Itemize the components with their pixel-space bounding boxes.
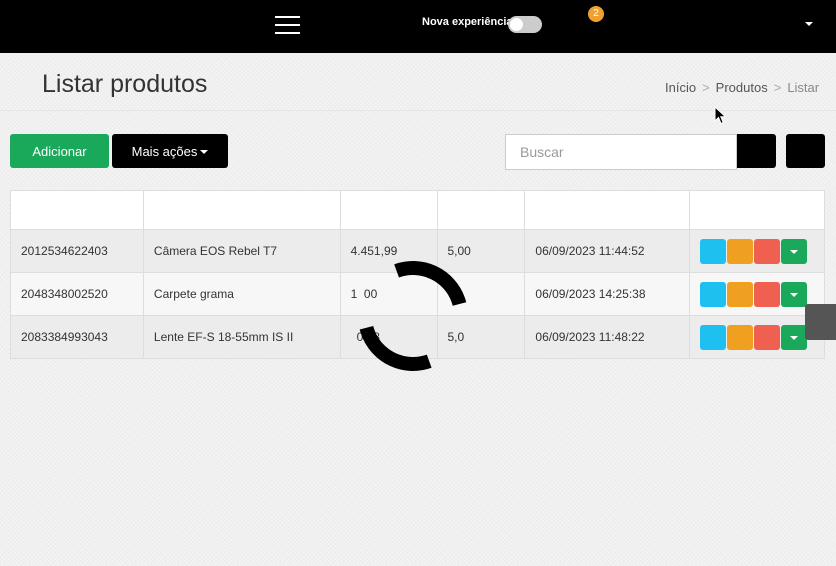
mouse-cursor-icon bbox=[714, 106, 727, 125]
top-navbar: Nova experiência 2 bbox=[0, 0, 836, 53]
cell-code: 2083384993043 bbox=[10, 315, 144, 359]
breadcrumb: Início > Produtos > Listar bbox=[665, 80, 819, 95]
more-actions-label: Mais ações bbox=[131, 143, 198, 159]
toggle-knob bbox=[510, 18, 523, 31]
view-button[interactable] bbox=[700, 281, 727, 307]
cell-code: 2048348002520 bbox=[10, 272, 144, 316]
edit-button[interactable] bbox=[727, 324, 754, 350]
new-experience-label: Nova experiência bbox=[422, 16, 513, 28]
delete-button[interactable] bbox=[754, 238, 781, 264]
cell-date: 06/09/2023 14:25:38 bbox=[524, 272, 691, 316]
cell-name: Câmera EOS Rebel T7 bbox=[142, 229, 341, 273]
search-button[interactable] bbox=[737, 134, 776, 168]
row-options-button[interactable] bbox=[781, 324, 808, 350]
column-header-name[interactable] bbox=[142, 190, 341, 230]
cell-name: Lente EF-S 18-55mm IS II bbox=[142, 315, 341, 359]
breadcrumb-products[interactable]: Produtos bbox=[716, 80, 768, 95]
column-header-code[interactable] bbox=[10, 190, 144, 230]
filter-button[interactable] bbox=[786, 134, 825, 168]
cell-date: 06/09/2023 11:44:52 bbox=[524, 229, 691, 273]
breadcrumb-separator: > bbox=[773, 80, 782, 95]
chevron-down-icon bbox=[200, 150, 209, 155]
breadcrumb-home[interactable]: Início bbox=[665, 80, 696, 95]
view-button[interactable] bbox=[700, 238, 727, 264]
edit-button[interactable] bbox=[727, 281, 754, 307]
breadcrumb-separator: > bbox=[702, 80, 710, 95]
side-panel-tab[interactable] bbox=[805, 304, 836, 340]
page-title: Listar produtos bbox=[42, 70, 208, 98]
new-experience-toggle[interactable] bbox=[508, 16, 542, 33]
column-header-price[interactable] bbox=[339, 190, 438, 230]
cell-code: 2012534622403 bbox=[10, 229, 144, 273]
breadcrumb-current: Listar bbox=[787, 80, 820, 95]
menu-icon[interactable] bbox=[275, 16, 300, 34]
delete-button[interactable] bbox=[754, 324, 781, 350]
loading-spinner-icon bbox=[358, 261, 468, 371]
notification-badge[interactable]: 2 bbox=[588, 6, 604, 22]
delete-button[interactable] bbox=[754, 281, 781, 307]
column-header-actions bbox=[689, 190, 825, 230]
view-button[interactable] bbox=[700, 324, 727, 350]
column-header-quantity[interactable] bbox=[436, 190, 526, 230]
more-actions-button[interactable]: Mais ações bbox=[112, 134, 228, 168]
user-menu-caret-icon[interactable] bbox=[805, 22, 813, 26]
cell-name: Carpete grama bbox=[142, 272, 341, 316]
add-button[interactable]: Adicionar bbox=[10, 134, 109, 168]
cell-actions bbox=[689, 229, 825, 273]
cell-date: 06/09/2023 11:48:22 bbox=[524, 315, 691, 359]
edit-button[interactable] bbox=[727, 238, 754, 264]
header-divider bbox=[0, 110, 836, 111]
row-options-button[interactable] bbox=[781, 281, 808, 307]
search-input[interactable] bbox=[505, 134, 737, 170]
table-header-row bbox=[10, 190, 825, 230]
column-header-date[interactable] bbox=[524, 190, 691, 230]
row-options-button[interactable] bbox=[781, 238, 808, 264]
